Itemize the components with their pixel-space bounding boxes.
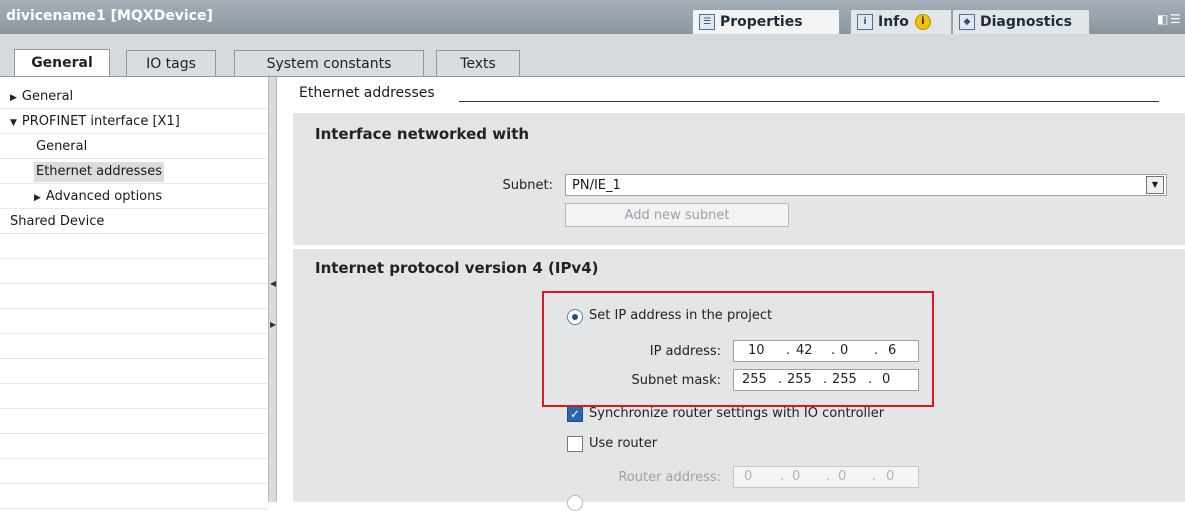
info-badge-icon: i [914,14,931,30]
router-octet-2: 0 [792,469,801,484]
info-icon: i [857,14,873,30]
next-option-radio[interactable] [567,495,583,511]
subtab-io-tags[interactable]: IO tags [126,50,216,76]
router-octet-3: 0 [838,469,847,484]
section-divider [459,101,1159,102]
properties-content: Ethernet addresses Interface networked w… [277,77,1185,511]
diagnostics-icon: ◆ [959,14,975,30]
interface-panel-title: Interface networked with [315,125,530,143]
subnet-value: PN/IE_1 [572,177,621,193]
expand-arrow-icon[interactable]: ▶ [10,93,17,103]
chevron-down-icon[interactable]: ▼ [1146,176,1164,194]
router-address-field[interactable]: 0 . 0 . 0 . 0 [733,466,919,488]
nav-item-general[interactable]: ▶ General [10,89,73,104]
sync-router-label: Synchronize router settings with IO cont… [589,406,885,421]
tab-properties[interactable]: ☰ Properties [692,9,840,34]
subnet-dropdown[interactable]: PN/IE_1 ▼ [565,174,1167,196]
tab-properties-label: Properties [720,14,803,30]
router-octet-4: 0 [886,469,895,484]
nav-item-ethernet-addresses[interactable]: Ethernet addresses [34,162,164,182]
nav-item-interface-general[interactable]: General [36,139,87,154]
subtab-texts[interactable]: Texts [436,50,520,76]
properties-icon: ☰ [699,14,715,30]
nav-splitter[interactable]: ◀ ▶ [268,77,277,502]
window-title: divicename1 [MQXDevice] [6,8,213,24]
nav-item-label: Advanced options [45,189,163,204]
collapse-left-icon[interactable]: ◀ [270,279,276,288]
tab-diagnostics[interactable]: ◆ Diagnostics [952,9,1090,34]
menu-icon[interactable]: ☰ [1170,12,1181,26]
use-router-checkbox[interactable] [567,436,583,452]
restore-icon[interactable]: ◧ [1157,12,1168,26]
sync-router-checkbox[interactable]: ✓ [567,406,583,422]
inspector-title-bar: divicename1 [MQXDevice] ☰ Properties i I… [0,0,1185,34]
highlight-box [542,291,934,407]
subtab-general[interactable]: General [14,49,110,76]
property-nav-tree: ▶ General ▼ PROFINET interface [X1] Genera… [0,77,268,509]
nav-item-advanced-options[interactable]: ▶ Advanced options [34,189,162,204]
add-new-subnet-button[interactable]: Add new subnet [565,203,789,227]
use-router-label: Use router [589,436,658,451]
interface-panel: Interface networked with Subnet: PN/IE_1… [293,113,1185,245]
expand-right-icon[interactable]: ▶ [270,320,276,329]
router-octet-1: 0 [744,469,753,484]
nav-item-label: PROFINET interface [X1] [21,114,180,129]
ipv4-panel-title: Internet protocol version 4 (IPv4) [315,259,599,277]
tab-diagnostics-label: Diagnostics [980,14,1072,30]
nav-item-label: General [21,89,74,104]
collapse-arrow-icon[interactable]: ▼ [10,118,17,128]
tab-info-label: Info [878,14,909,30]
nav-item-shared-device[interactable]: Shared Device [10,214,104,229]
subtab-system-constants[interactable]: System constants [234,50,424,76]
router-address-label: Router address: [618,470,721,485]
subnet-label: Subnet: [502,178,553,193]
section-title: Ethernet addresses [299,85,435,101]
expand-arrow-icon[interactable]: ▶ [34,193,41,203]
tab-info[interactable]: i Info i [850,9,952,34]
subtab-bar: General IO tags System constants Texts [0,34,1185,77]
nav-item-profinet-interface[interactable]: ▼ PROFINET interface [X1] [10,114,180,129]
